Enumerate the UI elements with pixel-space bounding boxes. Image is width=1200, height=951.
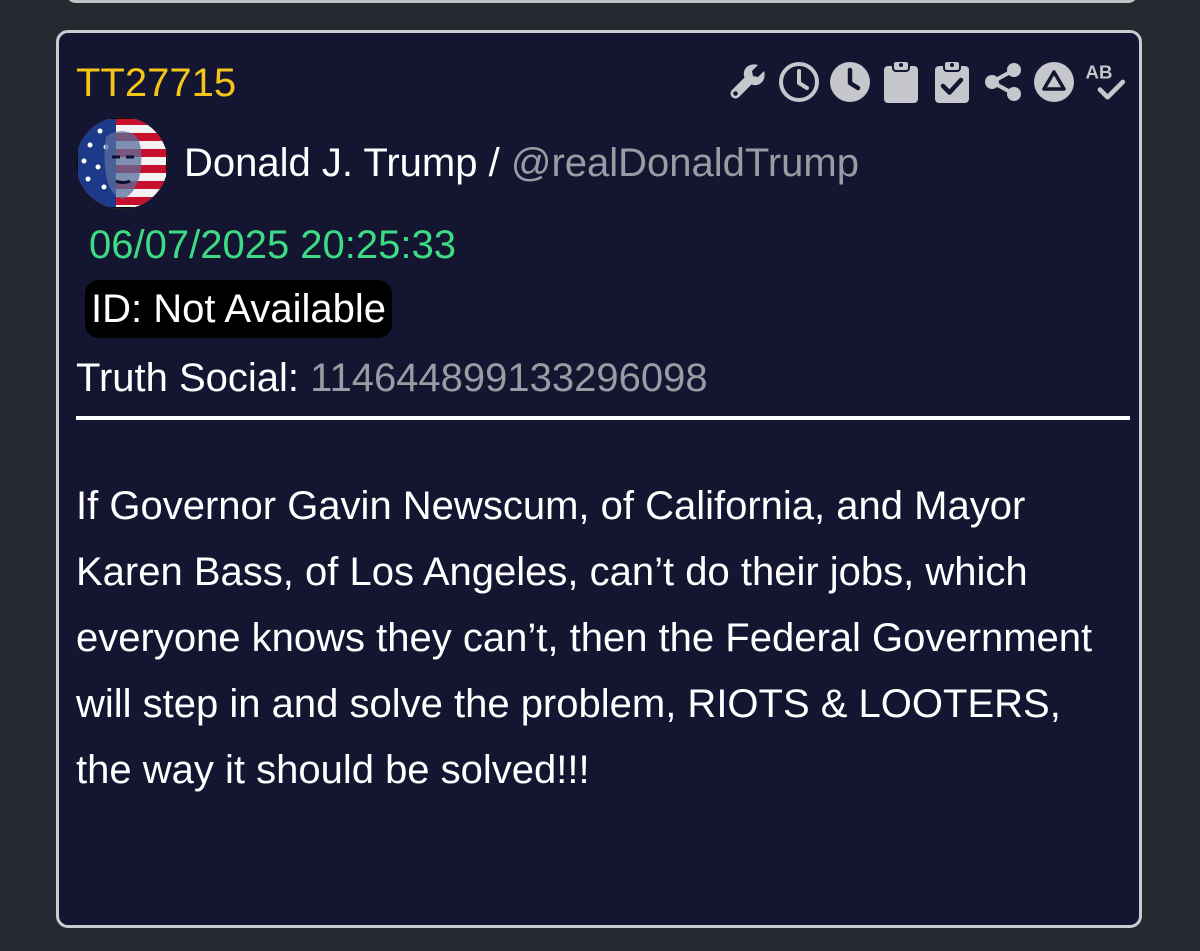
previous-card-edge — [66, 0, 1138, 3]
clock-filled-icon[interactable] — [828, 57, 872, 107]
truth-social-label: Truth Social: — [76, 356, 300, 400]
post-timestamp: 06/07/2025 20:25:33 — [89, 223, 457, 267]
post-card: TT27715 AB Donald J. Trump / @realDonald… — [56, 30, 1142, 928]
author-row: Donald J. Trump / @realDonaldTrump — [76, 117, 859, 209]
truth-social-row: Truth Social: 114644899133296098 — [76, 358, 708, 398]
post-body: If Governor Gavin Newscum, of California… — [76, 484, 1093, 792]
author-line: Donald J. Trump / @realDonaldTrump — [184, 141, 859, 186]
author-separator: / — [488, 140, 500, 185]
id-badge: ID: Not Available — [85, 280, 392, 338]
author-name[interactable]: Donald J. Trump — [184, 141, 477, 185]
spellcheck-icon-text: AB — [1086, 62, 1113, 83]
divider — [76, 416, 1130, 420]
clipboard-icon[interactable] — [879, 57, 923, 107]
triangle-circle-icon[interactable] — [1032, 57, 1076, 107]
wrench-icon[interactable] — [726, 57, 770, 107]
author-handle[interactable]: @realDonaldTrump — [511, 141, 859, 185]
truth-social-id[interactable]: 114644899133296098 — [310, 356, 707, 400]
clipboard-check-icon[interactable] — [930, 57, 974, 107]
spellcheck-icon[interactable]: AB — [1083, 57, 1127, 107]
avatar[interactable] — [76, 117, 168, 209]
clock-outline-icon[interactable] — [777, 57, 821, 107]
toolbar: AB — [726, 57, 1127, 107]
share-icon[interactable] — [981, 57, 1025, 107]
post-id[interactable]: TT27715 — [76, 63, 236, 103]
